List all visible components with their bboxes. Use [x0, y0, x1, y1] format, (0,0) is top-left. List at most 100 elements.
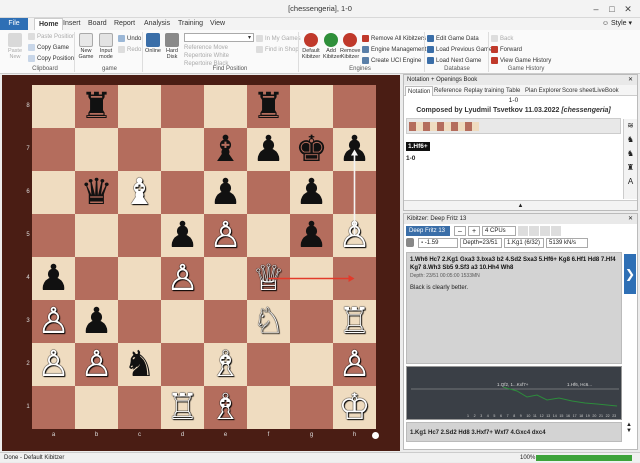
board-square[interactable]	[161, 171, 204, 214]
new-game-button[interactable]: New Game	[77, 33, 95, 60]
chess-piece[interactable]: ♚	[290, 128, 333, 171]
board-square[interactable]	[333, 85, 376, 128]
chess-piece[interactable]: ♟	[290, 214, 333, 257]
hard-disk-button[interactable]: Hard Disk	[163, 33, 181, 60]
tab-training[interactable]: Training	[178, 18, 203, 30]
board-square[interactable]	[118, 300, 161, 343]
board-square[interactable]	[161, 343, 204, 386]
remove-all-kibitzers-button[interactable]: Remove All Kibitzers	[362, 35, 426, 42]
board-square[interactable]	[204, 257, 247, 300]
chess-piece[interactable]: ♛	[75, 171, 118, 214]
board-square[interactable]	[290, 300, 333, 343]
edit-game-data-button[interactable]: Edit Game Data	[427, 35, 479, 42]
back-button[interactable]: Back	[491, 35, 513, 42]
board-square[interactable]	[118, 85, 161, 128]
board-square[interactable]	[247, 171, 290, 214]
tab-report[interactable]: Report	[114, 18, 135, 30]
tab-notation[interactable]: Notation	[405, 86, 434, 96]
paste-position-button[interactable]: Paste Position	[28, 33, 75, 40]
close-icon[interactable]: ✕	[622, 3, 634, 15]
chess-piece[interactable]: ♞	[118, 343, 161, 386]
engine-line-2[interactable]: 1.Kg1 Hc7 2.Sd2 Hd8 3.Hxf7+ Wxf7 4.Gxc4 …	[406, 422, 622, 442]
notation-tool-icon[interactable]: ♞	[624, 147, 637, 161]
chess-piece[interactable]: ♙	[32, 343, 75, 386]
load-next-game-button[interactable]: Load Next Game	[427, 57, 481, 64]
tab-board[interactable]: Board	[88, 18, 107, 30]
board-square[interactable]	[32, 214, 75, 257]
chess-piece[interactable]: ♟	[161, 214, 204, 257]
board-square[interactable]	[161, 300, 204, 343]
find-in-shop-button[interactable]: Find in Shop	[256, 46, 299, 53]
view-game-history-button[interactable]: View Game History	[491, 57, 551, 64]
tab-table[interactable]: Table	[506, 86, 520, 96]
chess-piece[interactable]: ♟	[32, 257, 75, 300]
board-square[interactable]	[333, 257, 376, 300]
next-best-icon[interactable]	[551, 226, 561, 236]
chess-piece[interactable]: ♝	[204, 128, 247, 171]
lock-icon[interactable]	[518, 226, 528, 236]
current-move[interactable]: 1.Hf6+	[406, 142, 430, 151]
add-line-button[interactable]: +	[468, 226, 480, 236]
board-square[interactable]	[333, 171, 376, 214]
chess-piece[interactable]: ♙	[75, 343, 118, 386]
font-size-icon[interactable]: A	[624, 175, 637, 189]
board-square[interactable]	[161, 128, 204, 171]
create-uci-engine-button[interactable]: Create UCI Engine	[362, 57, 421, 64]
nav-triangle-icon[interactable]: ▲	[518, 203, 524, 209]
tab-view[interactable]: View	[210, 18, 225, 30]
chess-board[interactable]: ♜ ♜ ♝ ♟ ♚ ♟ ♛ ♝ ♟ ♟ ♟ ♙ ♟ ♙ ♟ ♙ ♕ ♙ ♟ ♘ ♖ ♙ ♙ ♞ ♗ ♙ ♖ ♗ ♔	[32, 85, 376, 429]
reference-move-button[interactable]: Reference Move	[184, 45, 228, 51]
board-square[interactable]	[204, 300, 247, 343]
input-mode-button[interactable]: Input mode	[96, 33, 116, 60]
panel-close-icon[interactable]: ✕	[628, 214, 633, 224]
chess-piece[interactable]: ♙	[161, 257, 204, 300]
copy-position-button[interactable]: Copy Position	[28, 55, 74, 62]
tab-reference[interactable]: Reference	[434, 86, 462, 96]
engine-name-button[interactable]: Deep Fritz 13	[406, 226, 450, 236]
board-square[interactable]	[118, 214, 161, 257]
game-thumbnail-strip[interactable]	[406, 118, 621, 134]
tab-plan-explorer[interactable]: Plan Explorer	[525, 86, 561, 96]
board-square[interactable]	[290, 343, 333, 386]
maximize-icon[interactable]: □	[606, 3, 618, 15]
chess-piece[interactable]: ♟	[333, 128, 376, 171]
load-previous-game-button[interactable]: Load Previous Game	[427, 46, 492, 53]
notation-tool-icon[interactable]: ♞	[624, 133, 637, 147]
online-button[interactable]: Online	[144, 33, 162, 54]
chess-piece[interactable]: ♙	[333, 214, 376, 257]
board-square[interactable]	[247, 214, 290, 257]
board-square[interactable]	[75, 257, 118, 300]
chess-piece[interactable]: ♟	[247, 128, 290, 171]
notation-tool-icon[interactable]: ≋	[624, 119, 637, 133]
board-square[interactable]	[290, 386, 333, 429]
cpu-selector[interactable]: 4 CPUs	[482, 226, 516, 236]
in-my-games-button[interactable]: In My Games	[256, 35, 301, 42]
tab-score-sheet[interactable]: Score sheet	[562, 86, 594, 96]
default-kibitzer-button[interactable]: Default Kibitzer	[300, 33, 322, 60]
chess-piece[interactable]: ♝	[118, 171, 161, 214]
remove-kibitzer-button[interactable]: Remove Kibitzer	[340, 33, 360, 60]
style-menu[interactable]: ☺ Style ▾	[602, 18, 632, 30]
chess-piece[interactable]: ♜	[247, 85, 290, 128]
repertoire-white-button[interactable]: Repertoire White	[184, 53, 229, 59]
board-square[interactable]	[247, 386, 290, 429]
principal-variation[interactable]: 1.Wh6 Hc7 2.Kg1 Gxa3 3.bxa3 b2 4.Sd2 Sxa…	[410, 256, 618, 272]
pause-icon[interactable]	[540, 226, 550, 236]
panel-close-icon[interactable]: ✕	[628, 75, 633, 85]
redo-button[interactable]: Redo	[118, 46, 141, 53]
paste-new-button[interactable]: Paste New	[6, 33, 24, 60]
chess-piece[interactable]: ♗	[204, 343, 247, 386]
settings-icon[interactable]	[529, 226, 539, 236]
board-square[interactable]	[75, 214, 118, 257]
undo-button[interactable]: Undo	[118, 35, 141, 42]
scroll-down-icon[interactable]: ▼	[624, 428, 634, 434]
chess-piece[interactable]: ♟	[75, 300, 118, 343]
board-square[interactable]	[32, 171, 75, 214]
chess-piece[interactable]: ♙	[32, 300, 75, 343]
copy-game-button[interactable]: Copy Game	[28, 44, 69, 51]
chess-piece[interactable]: ♔	[333, 386, 376, 429]
board-square[interactable]	[118, 386, 161, 429]
chess-piece[interactable]: ♖	[333, 300, 376, 343]
minimize-icon[interactable]: –	[590, 3, 602, 15]
chess-piece[interactable]: ♙	[204, 214, 247, 257]
